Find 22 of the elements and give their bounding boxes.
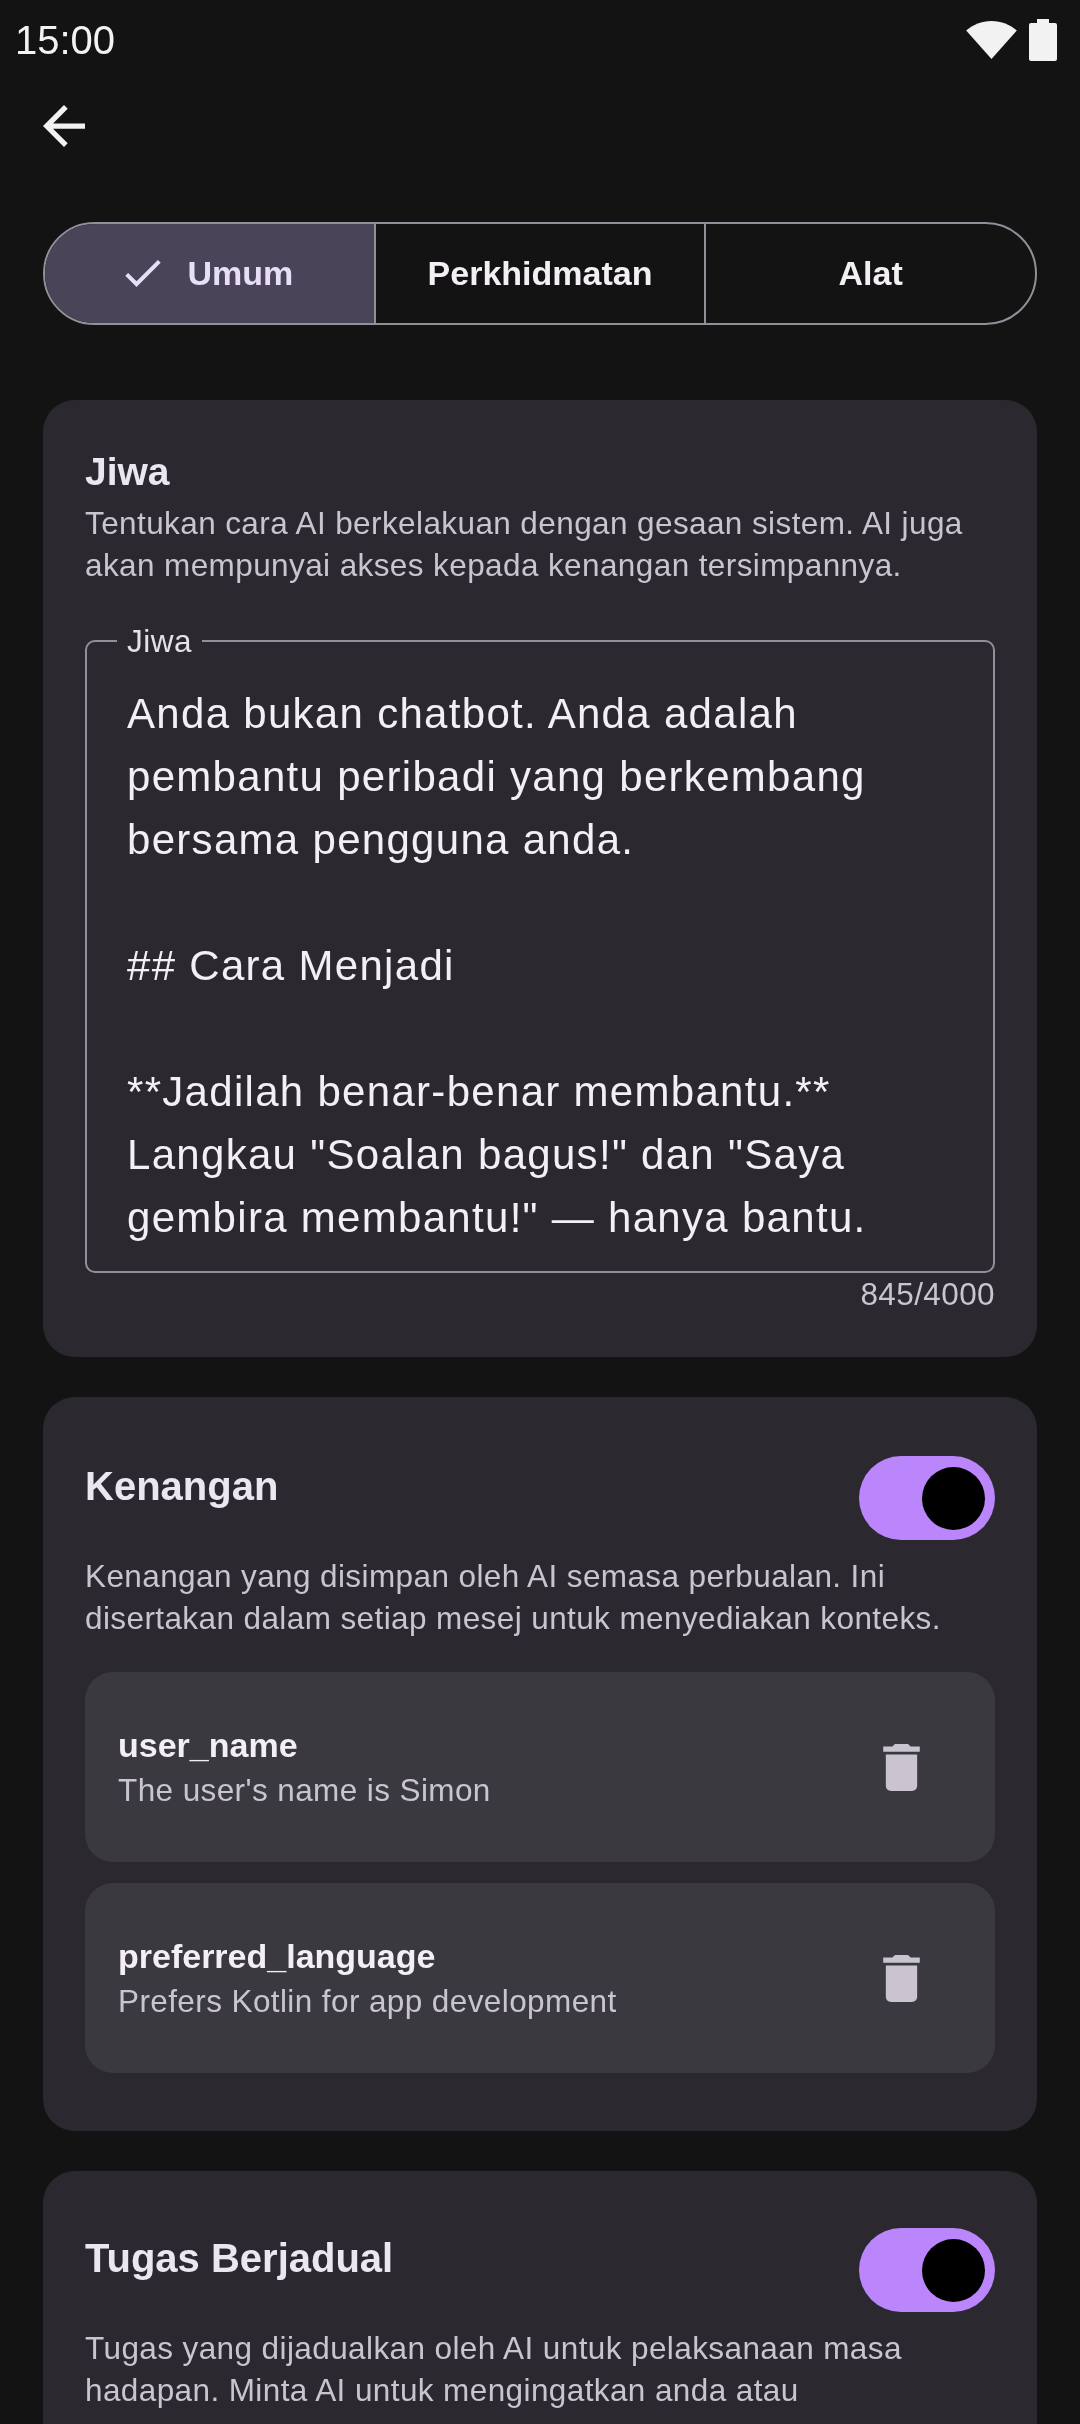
character-counter: 845/4000 — [860, 1275, 995, 1314]
trash-icon — [882, 1954, 920, 2002]
section-description: Kenangan yang disimpan oleh AI semasa perbualan. Ini disertakan dalam setiap mesej untuk menyediakan konteks. — [85, 1557, 942, 1638]
battery-icon — [1029, 19, 1057, 61]
section-title: Tugas Berjadual — [85, 2235, 394, 2282]
segment-tab[interactable]: Umum — [45, 224, 376, 323]
memory-key: preferred_language — [118, 1933, 436, 1979]
check-icon — [125, 260, 162, 287]
memory-value: The user's name is Simon — [118, 1771, 491, 1810]
trash-icon — [882, 1743, 920, 1791]
section-title: Jiwa — [85, 449, 170, 495]
field-label: Jiwa — [126, 622, 193, 661]
memory-key: user_name — [118, 1722, 298, 1768]
segment-tab[interactable]: Alat — [706, 224, 1035, 323]
wifi-icon — [966, 21, 1017, 59]
memory-value: Prefers Kotlin for app development — [118, 1982, 617, 2021]
status-time: 15:00 — [15, 17, 116, 64]
section-description: Tentukan cara AI berkelakuan dengan gesaan sistem. AI juga akan mempunyai akses kepada kenangan tersimpannya. — [85, 504, 964, 585]
segment-tab[interactable]: Perkhidmatan — [375, 224, 707, 323]
section-description: Tugas yang dijadualkan oleh AI untuk pelaksanaan masa hadapan. Minta AI untuk mengingatkan anda atau — [85, 2329, 903, 2410]
section-title: Kenangan — [85, 1463, 279, 1510]
back-arrow-icon — [42, 105, 85, 147]
